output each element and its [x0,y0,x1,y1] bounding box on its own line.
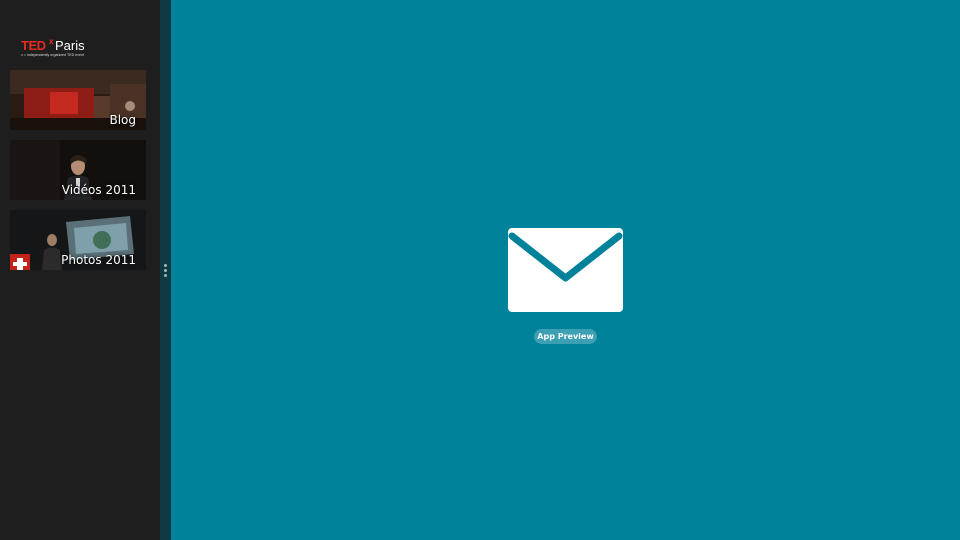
snapped-app-pane: TED x Paris x = independently organized … [0,0,160,540]
tile-videos-2011[interactable]: Vidéos 2011 [10,140,146,200]
logo-city-text: Paris [55,38,85,53]
grip-dot [164,264,167,267]
tile-photos-2011[interactable]: Photos 2011 [10,210,146,270]
grip-dot [164,269,167,272]
tile-label: Vidéos 2011 [61,183,136,197]
logo-x-text: x [49,37,54,46]
logo-ted-text: TED [21,38,46,53]
grip-dot [164,274,167,277]
tile-label: Blog [109,113,136,127]
app-preview-label: App Preview [534,329,597,344]
mail-icon [508,228,623,312]
snap-splitter-handle[interactable] [160,0,171,540]
logo-tagline: x = independently organized TED event [21,53,84,57]
tedx-paris-logo: TED x Paris x = independently organized … [21,37,141,59]
tile-blog[interactable]: Blog [10,70,146,130]
tile-label: Photos 2011 [61,253,136,267]
